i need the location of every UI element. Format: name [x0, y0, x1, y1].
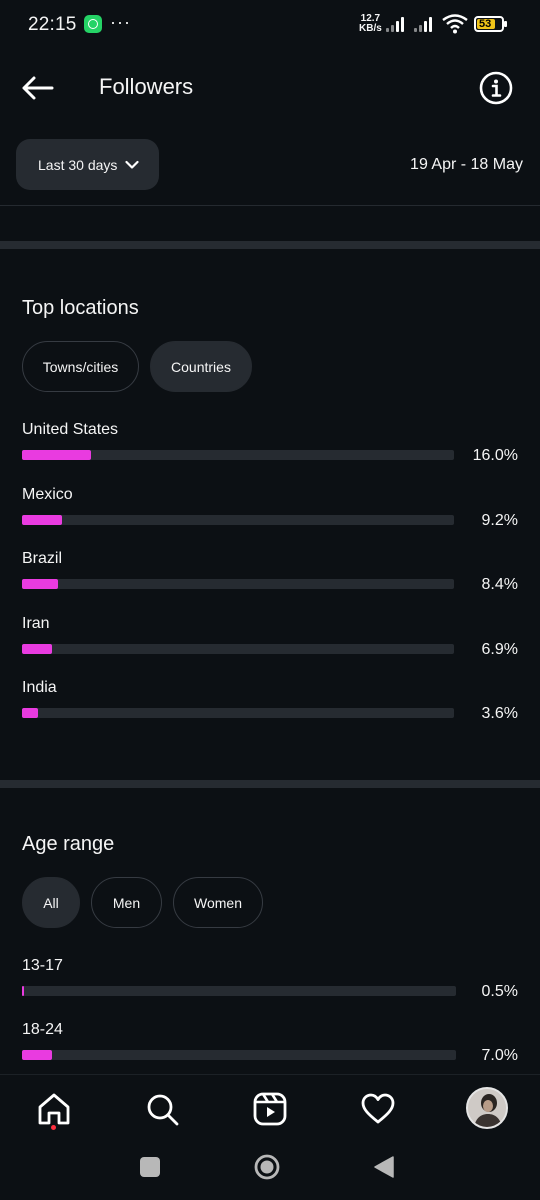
bar-track: [22, 515, 454, 525]
signal-icon: [386, 16, 408, 32]
age-range-title: Age range: [22, 833, 115, 855]
location-percentage: 9.2%: [481, 512, 518, 529]
chevron-down-icon: [125, 160, 139, 169]
bar-fill: [22, 708, 38, 718]
bar-track: [22, 708, 454, 718]
tab-label: All: [43, 894, 59, 911]
section-divider: [0, 241, 540, 249]
location-row: India 3.6%: [22, 679, 522, 737]
tab-men[interactable]: Men: [91, 877, 162, 928]
location-row: United States 16.0%: [22, 421, 522, 479]
bar-track: [22, 450, 454, 460]
location-percentage: 6.9%: [481, 641, 518, 658]
bar-fill: [22, 644, 52, 654]
location-name: Iran: [22, 615, 50, 632]
location-percentage: 8.4%: [481, 576, 518, 593]
nav-search[interactable]: [142, 1089, 182, 1129]
reels-icon: [253, 1092, 287, 1126]
location-row: Brazil 8.4%: [22, 550, 522, 608]
back-arrow-icon[interactable]: [18, 68, 58, 108]
network-speed-unit: KB/s: [359, 23, 382, 34]
age-row: 18-24 7.0%: [22, 1021, 522, 1079]
age-percentage: 0.5%: [481, 983, 518, 1000]
battery-icon: 53: [474, 16, 507, 32]
age-percentage: 7.0%: [481, 1047, 518, 1064]
wifi-icon: [442, 14, 468, 34]
more-notifications-icon: ···: [110, 12, 131, 32]
bar-track: [22, 579, 454, 589]
bar-fill: [22, 579, 58, 589]
signal-icon-2: [414, 16, 436, 32]
location-name: Mexico: [22, 486, 73, 503]
bottom-nav: [0, 1074, 540, 1142]
bar-fill: [22, 450, 91, 460]
bar-track: [22, 644, 454, 654]
notification-dot: [51, 1125, 56, 1130]
tab-label: Towns/cities: [42, 358, 119, 375]
tab-countries[interactable]: Countries: [150, 341, 252, 392]
screen: 22:15 ··· 12.7 KB/s 53 Followers Last 30…: [0, 0, 540, 1200]
header: Followers: [0, 58, 540, 116]
tab-women[interactable]: Women: [173, 877, 263, 928]
location-name: India: [22, 679, 57, 696]
divider: [0, 205, 540, 206]
home-circle-icon[interactable]: [254, 1154, 280, 1180]
profile-avatar[interactable]: [466, 1087, 508, 1129]
nav-activity[interactable]: [358, 1089, 398, 1129]
nav-home[interactable]: [34, 1089, 74, 1130]
date-range-dropdown-label: Last 30 days: [38, 156, 118, 173]
status-bar: 22:15 ··· 12.7 KB/s 53: [0, 0, 540, 50]
date-range-dropdown[interactable]: Last 30 days: [16, 139, 159, 190]
location-percentage: 16.0%: [472, 447, 518, 464]
search-icon: [147, 1094, 179, 1126]
heart-icon: [361, 1093, 395, 1124]
tab-label: Countries: [171, 358, 231, 375]
info-icon[interactable]: [478, 70, 514, 106]
age-group-label: 13-17: [22, 957, 63, 974]
bar-fill: [22, 515, 62, 525]
bar-fill: [22, 1050, 52, 1060]
status-time: 22:15: [28, 14, 77, 35]
location-row: Mexico 9.2%: [22, 486, 522, 544]
location-percentage: 3.6%: [481, 705, 518, 722]
age-row: 13-17 0.5%: [22, 957, 522, 1015]
tab-all[interactable]: All: [22, 877, 80, 928]
bar-fill: [22, 986, 24, 996]
page-title: Followers: [99, 74, 194, 99]
age-group-label: 18-24: [22, 1021, 63, 1038]
nav-reels[interactable]: [250, 1089, 290, 1129]
back-triangle-icon[interactable]: [371, 1154, 397, 1180]
system-nav: [0, 1142, 540, 1200]
home-icon: [38, 1093, 70, 1125]
tab-towns-cities[interactable]: Towns/cities: [22, 341, 139, 392]
tab-label: Men: [112, 894, 141, 911]
date-range-text: 19 Apr - 18 May: [410, 156, 523, 173]
battery-level: 53: [479, 18, 492, 30]
location-row: Iran 6.9%: [22, 615, 522, 673]
section-divider: [0, 780, 540, 788]
whatsapp-notification-icon: [84, 15, 102, 33]
bar-track: [22, 986, 456, 996]
top-locations-title: Top locations: [22, 297, 139, 319]
location-name: United States: [22, 421, 119, 438]
network-speed: 12.7 KB/s: [359, 14, 382, 34]
tab-label: Women: [194, 894, 242, 911]
bar-track: [22, 1050, 456, 1060]
recents-square-icon[interactable]: [137, 1154, 163, 1180]
location-name: Brazil: [22, 550, 63, 567]
avatar-image: [468, 1089, 506, 1127]
